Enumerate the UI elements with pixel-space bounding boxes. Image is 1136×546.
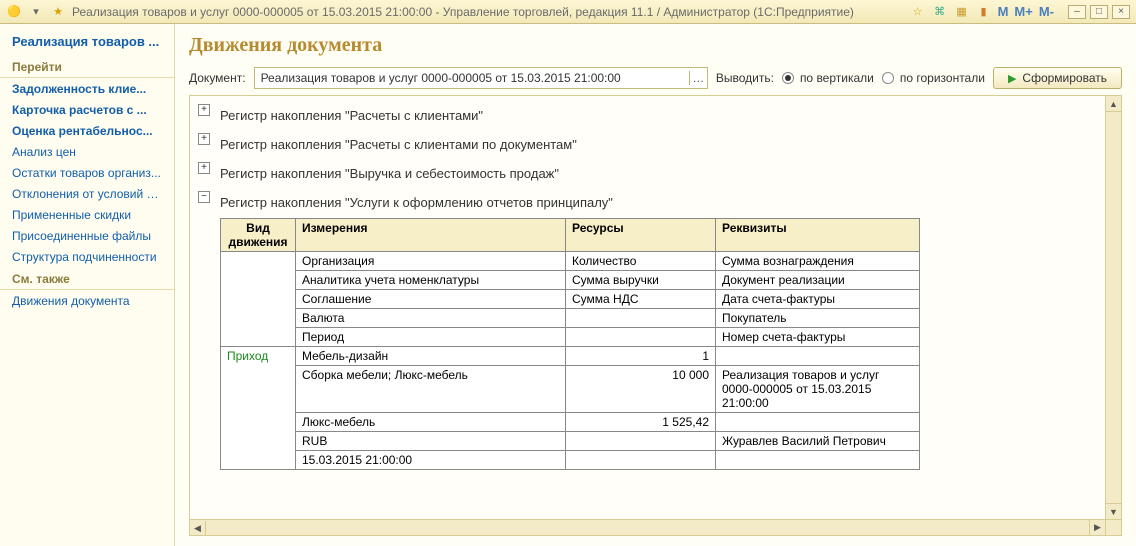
sidebar: Реализация товаров ... Перейти Задолженн… xyxy=(0,24,175,546)
expand-reg1[interactable]: + xyxy=(198,104,210,116)
dim-val-2: Люкс-мебель xyxy=(296,413,566,432)
col-req: Реквизиты xyxy=(716,219,920,252)
req-val-0 xyxy=(716,347,920,366)
sidebar-item-debt[interactable]: Задолженность клие... xyxy=(0,79,174,99)
calendar-icon[interactable]: ▮ xyxy=(976,4,992,20)
req-val-2 xyxy=(716,413,920,432)
register-title-2: Регистр накопления "Расчеты с клиентами … xyxy=(220,131,577,156)
register-title-3: Регистр накопления "Выручка и себестоимо… xyxy=(220,160,559,185)
expand-reg2[interactable]: + xyxy=(198,133,210,145)
dim-val-0: Мебель-дизайн xyxy=(296,347,566,366)
document-field-lookup-button[interactable]: … xyxy=(689,71,707,85)
move-type: Приход xyxy=(221,347,296,470)
sidebar-section-see: См. также xyxy=(0,268,174,290)
maximize-button[interactable]: □ xyxy=(1090,5,1108,19)
output-label: Выводить: xyxy=(716,71,774,85)
generate-button[interactable]: ▶ Сформировать xyxy=(993,67,1122,89)
col-move: Вид движения xyxy=(221,219,296,252)
req-label-3: Покупатель xyxy=(716,309,920,328)
window-title-bar: 🟡 ▾ ★ Реализация товаров и услуг 0000-00… xyxy=(0,0,1136,24)
scroll-up-icon[interactable]: ▲ xyxy=(1106,96,1121,112)
register-table: Вид движения Измерения Ресурсы Реквизиты… xyxy=(220,218,920,470)
register-title-4: Регистр накопления "Услуги к оформлению … xyxy=(220,189,1101,214)
res-val-2: 1 525,42 xyxy=(566,413,716,432)
dim-val-4: 15.03.2015 21:00:00 xyxy=(296,451,566,470)
memory-mminus-button[interactable]: M- xyxy=(1039,4,1054,19)
sidebar-item-deviations[interactable]: Отклонения от условий пр... xyxy=(0,184,174,204)
minimize-button[interactable]: – xyxy=(1068,5,1086,19)
star-icon[interactable]: ★ xyxy=(50,4,66,20)
vertical-scrollbar[interactable]: ▲ ▼ xyxy=(1105,96,1121,519)
req-label-1: Документ реализации xyxy=(716,271,920,290)
req-label-4: Номер счета-фактуры xyxy=(716,328,920,347)
favorite-icon[interactable]: ☆ xyxy=(910,4,926,20)
sidebar-heading[interactable]: Реализация товаров ... xyxy=(0,30,174,55)
dim-val-1: Сборка мебели; Люкс-мебель xyxy=(296,366,566,413)
page-title: Движения документа xyxy=(175,24,1136,63)
expand-reg3[interactable]: + xyxy=(198,162,210,174)
sidebar-item-card[interactable]: Карточка расчетов с ... xyxy=(0,100,174,120)
radio-horizontal[interactable] xyxy=(882,72,894,84)
res-val-1: 10 000 xyxy=(566,366,716,413)
scroll-right-icon[interactable]: ▶ xyxy=(1089,520,1105,535)
sidebar-item-pricing[interactable]: Анализ цен xyxy=(0,142,174,162)
scroll-down-icon[interactable]: ▼ xyxy=(1106,503,1121,519)
sidebar-item-profit[interactable]: Оценка рентабельнос... xyxy=(0,121,174,141)
dim-label-0: Организация xyxy=(296,252,566,271)
dim-label-1: Аналитика учета номенклатуры xyxy=(296,271,566,290)
dim-label-4: Период xyxy=(296,328,566,347)
generate-button-label: Сформировать xyxy=(1022,71,1107,85)
document-field[interactable]: Реализация товаров и услуг 0000-000005 о… xyxy=(254,67,708,89)
calculator-icon[interactable]: ▦ xyxy=(954,4,970,20)
res-val-0: 1 xyxy=(566,347,716,366)
req-val-1: Реализация товаров и услуг 0000-000005 о… xyxy=(716,366,920,413)
link-icon[interactable]: ⌘ xyxy=(932,4,948,20)
sidebar-item-files[interactable]: Присоединенные файлы xyxy=(0,226,174,246)
radio-horizontal-label: по горизонтали xyxy=(900,71,985,85)
sidebar-item-structure[interactable]: Структура подчиненности xyxy=(0,247,174,267)
col-dims: Измерения xyxy=(296,219,566,252)
close-button[interactable]: × xyxy=(1112,5,1130,19)
res-label-1: Сумма выручки xyxy=(566,271,716,290)
play-icon: ▶ xyxy=(1008,72,1016,85)
report-area: + Регистр накопления "Расчеты с клиентам… xyxy=(189,95,1122,536)
req-val-4 xyxy=(716,451,920,470)
sidebar-item-discounts[interactable]: Примененные скидки xyxy=(0,205,174,225)
res-label-0: Количество xyxy=(566,252,716,271)
dim-val-3: RUB xyxy=(296,432,566,451)
dropdown-icon[interactable]: ▾ xyxy=(28,4,44,20)
req-label-2: Дата счета-фактуры xyxy=(716,290,920,309)
memory-mplus-button[interactable]: M+ xyxy=(1014,4,1032,19)
radio-vertical[interactable] xyxy=(782,72,794,84)
sidebar-item-movements[interactable]: Движения документа xyxy=(0,291,174,311)
toolbar: Документ: Реализация товаров и услуг 000… xyxy=(175,63,1136,95)
register-title-1: Регистр накопления "Расчеты с клиентами" xyxy=(220,102,483,127)
resize-handle[interactable] xyxy=(1105,519,1121,535)
req-val-3: Журавлев Василий Петрович xyxy=(716,432,920,451)
scroll-left-icon[interactable]: ◀ xyxy=(190,521,206,536)
memory-m-button[interactable]: M xyxy=(998,4,1009,19)
col-res: Ресурсы xyxy=(566,219,716,252)
sidebar-section-go: Перейти xyxy=(0,56,174,78)
doc-label: Документ: xyxy=(189,71,246,85)
window-title: Реализация товаров и услуг 0000-000005 о… xyxy=(72,5,854,19)
dim-label-2: Соглашение xyxy=(296,290,566,309)
radio-vertical-label: по вертикали xyxy=(800,71,874,85)
main-area: Движения документа Документ: Реализация … xyxy=(175,24,1136,546)
app-icon: 🟡 xyxy=(6,4,22,20)
collapse-reg4[interactable]: − xyxy=(198,191,210,203)
horizontal-scrollbar[interactable]: ◀ ▶ xyxy=(190,519,1105,535)
dim-label-3: Валюта xyxy=(296,309,566,328)
document-field-value: Реализация товаров и услуг 0000-000005 о… xyxy=(255,71,689,85)
req-label-0: Сумма вознаграждения xyxy=(716,252,920,271)
res-label-2: Сумма НДС xyxy=(566,290,716,309)
sidebar-item-stock[interactable]: Остатки товаров организ... xyxy=(0,163,174,183)
